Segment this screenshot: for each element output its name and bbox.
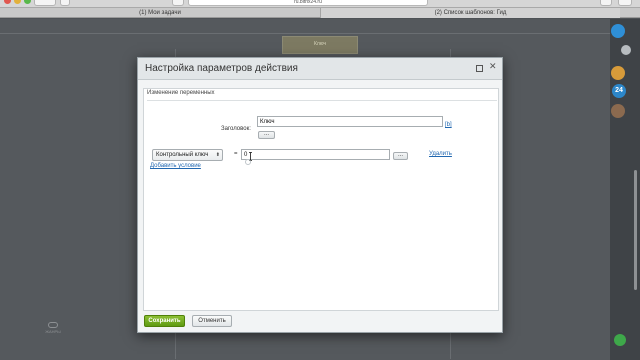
workflow-block: Ключ	[282, 36, 358, 54]
title-field-label: Заголовок:	[221, 126, 251, 132]
scrollbar[interactable]	[634, 170, 637, 290]
tab-templates[interactable]: (2) Список шаблонов: Гид	[320, 8, 620, 18]
save-button[interactable]: Сохранить	[144, 315, 185, 327]
maximize-window-icon[interactable]	[24, 0, 31, 4]
divider	[0, 33, 610, 34]
close-window-icon[interactable]	[4, 0, 11, 4]
dialog-header: Настройка параметров действия ✕	[138, 58, 502, 80]
chevron-updown-icon: ⬍	[215, 152, 220, 158]
browser-toolbar: ru.bitrix24.ru	[0, 0, 640, 8]
tabs-overview-button[interactable]	[600, 0, 612, 6]
insert-value-button[interactable]: ...	[393, 152, 408, 160]
variable-select[interactable]: Контрольный ключ ⬍	[152, 149, 223, 161]
variable-value-input[interactable]: 0	[241, 149, 390, 160]
cancel-button[interactable]: Отменить	[192, 315, 232, 327]
click-indicator-icon	[245, 159, 251, 165]
dialog-content: Изменение переменных Заголовок: Ключ ...…	[143, 88, 499, 311]
new-tab-button[interactable]	[618, 0, 632, 6]
avatar[interactable]	[611, 66, 625, 80]
add-condition-link[interactable]: Добавить условие	[150, 163, 201, 169]
sidebar-button[interactable]	[60, 0, 70, 6]
share-button[interactable]	[172, 0, 184, 6]
close-icon[interactable]: ✕	[489, 62, 497, 71]
logo-mark-icon	[48, 322, 58, 328]
delete-condition-link[interactable]: Удалить	[429, 151, 452, 157]
minimize-window-icon[interactable]	[14, 0, 21, 4]
section-label: Изменение переменных	[147, 90, 215, 96]
variable-select-value: Контрольный ключ	[156, 152, 209, 158]
tab-bar: (1) Мои задачи (2) Список шаблонов: Гид	[0, 8, 640, 18]
operator-label: =	[234, 151, 238, 157]
dialog-title: Настройка параметров действия	[145, 63, 298, 74]
search-icon[interactable]	[621, 45, 631, 55]
formatting-link[interactable]: [b]	[445, 122, 452, 128]
address-bar[interactable]: ru.bitrix24.ru	[188, 0, 428, 6]
avatar[interactable]	[611, 104, 625, 118]
insert-value-button[interactable]: ...	[258, 131, 275, 139]
logo-text: ЖАНРЫ	[45, 329, 61, 334]
back-forward-button[interactable]	[34, 0, 56, 6]
divider	[147, 100, 497, 101]
action-settings-dialog: Настройка параметров действия ✕ Изменени…	[137, 57, 503, 333]
maximize-icon[interactable]	[476, 65, 483, 72]
phone-icon[interactable]	[614, 334, 626, 346]
counter-badge[interactable]: 24	[612, 84, 626, 98]
tab-my-tasks[interactable]: (1) Мои задачи	[0, 8, 320, 18]
workflow-block-title: Ключ	[313, 41, 327, 47]
title-input[interactable]: Ключ	[257, 116, 443, 127]
logo: ЖАНРЫ	[40, 322, 66, 334]
notifications-icon[interactable]	[611, 24, 625, 38]
